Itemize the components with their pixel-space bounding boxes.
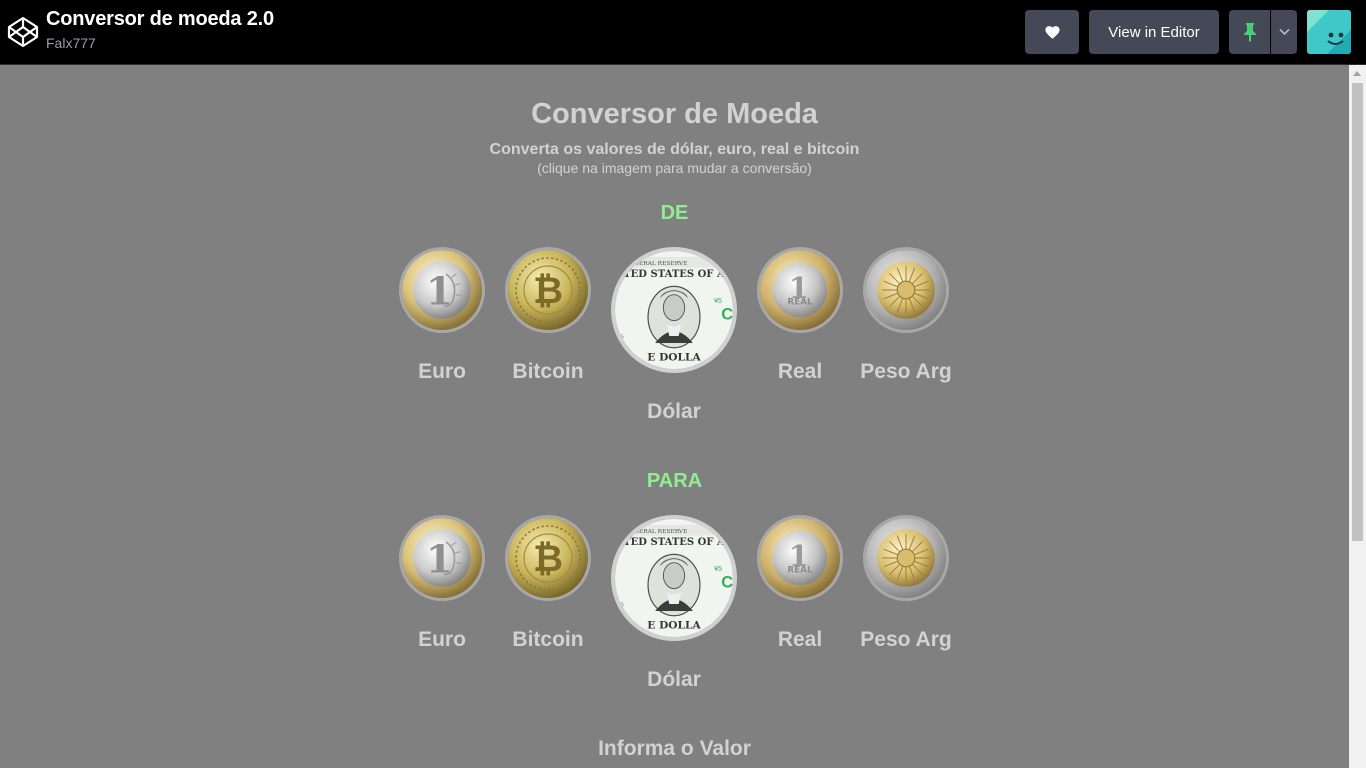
pen-title: Conversor de moeda 2.0 (46, 8, 274, 30)
real-coin-icon (760, 250, 840, 330)
to-label-peso-arg[interactable]: Peso Arg (846, 628, 966, 652)
user-avatar[interactable] (1307, 10, 1351, 54)
from-coin-bitcoin[interactable] (505, 247, 591, 333)
to-section-label: PARA (646, 470, 703, 492)
avatar-image (1307, 10, 1351, 54)
euro-coin-icon (402, 518, 482, 598)
from-label-bitcoin[interactable]: Bitcoin (488, 360, 608, 384)
bitcoin-coin-icon (508, 250, 588, 330)
to-label-real[interactable]: Real (740, 628, 860, 652)
page-scrollbar[interactable] (1349, 65, 1366, 768)
pin-dropdown-button[interactable] (1271, 10, 1297, 54)
scrollbar-thumb[interactable] (1352, 83, 1363, 541)
from-coin-euro[interactable] (399, 247, 485, 333)
scroll-up-arrow-icon[interactable] (1353, 71, 1361, 76)
from-label-euro[interactable]: Euro (382, 360, 502, 384)
page-title: Conversor de Moeda (531, 98, 818, 130)
from-label-dolar[interactable]: Dólar (614, 400, 734, 424)
bitcoin-coin-icon (508, 518, 588, 598)
peso-coin-icon (866, 518, 946, 598)
codepen-logo-icon[interactable] (6, 15, 40, 49)
from-label-real[interactable]: Real (740, 360, 860, 384)
real-coin-icon (760, 518, 840, 598)
view-in-editor-button[interactable]: View in Editor (1089, 10, 1219, 54)
dollar-bill-icon (615, 519, 733, 637)
to-coin-real[interactable] (757, 515, 843, 601)
pen-author-link[interactable]: Falx777 (46, 35, 96, 51)
pin-button[interactable] (1229, 10, 1270, 54)
dollar-bill-icon (615, 251, 733, 369)
to-coin-dolar[interactable] (611, 515, 737, 641)
from-label-peso-arg[interactable]: Peso Arg (846, 360, 966, 384)
heart-icon (1044, 24, 1061, 41)
peso-coin-icon (866, 250, 946, 330)
to-coin-euro[interactable] (399, 515, 485, 601)
to-label-dolar[interactable]: Dólar (614, 668, 734, 692)
preview-content: Conversor de Moeda Converta os valores d… (0, 65, 1349, 768)
like-button[interactable] (1025, 10, 1079, 54)
to-label-bitcoin[interactable]: Bitcoin (488, 628, 608, 652)
to-coin-peso-arg[interactable] (863, 515, 949, 601)
euro-coin-icon (402, 250, 482, 330)
from-coin-peso-arg[interactable] (863, 247, 949, 333)
chevron-down-icon (1278, 28, 1290, 36)
from-coin-real[interactable] (757, 247, 843, 333)
page-subtitle: Converta os valores de dólar, euro, real… (489, 141, 860, 158)
from-coin-dolar[interactable] (611, 247, 737, 373)
page-hint: (clique na imagem para mudar a conversão… (537, 160, 812, 176)
from-section-label: DE (660, 202, 689, 224)
top-bar: Conversor de moeda 2.0 Falx777 View in E… (0, 0, 1366, 65)
pin-icon (1243, 23, 1256, 42)
to-coin-bitcoin[interactable] (505, 515, 591, 601)
value-section-label: Informa o Valor (598, 737, 751, 760)
to-label-euro[interactable]: Euro (382, 628, 502, 652)
